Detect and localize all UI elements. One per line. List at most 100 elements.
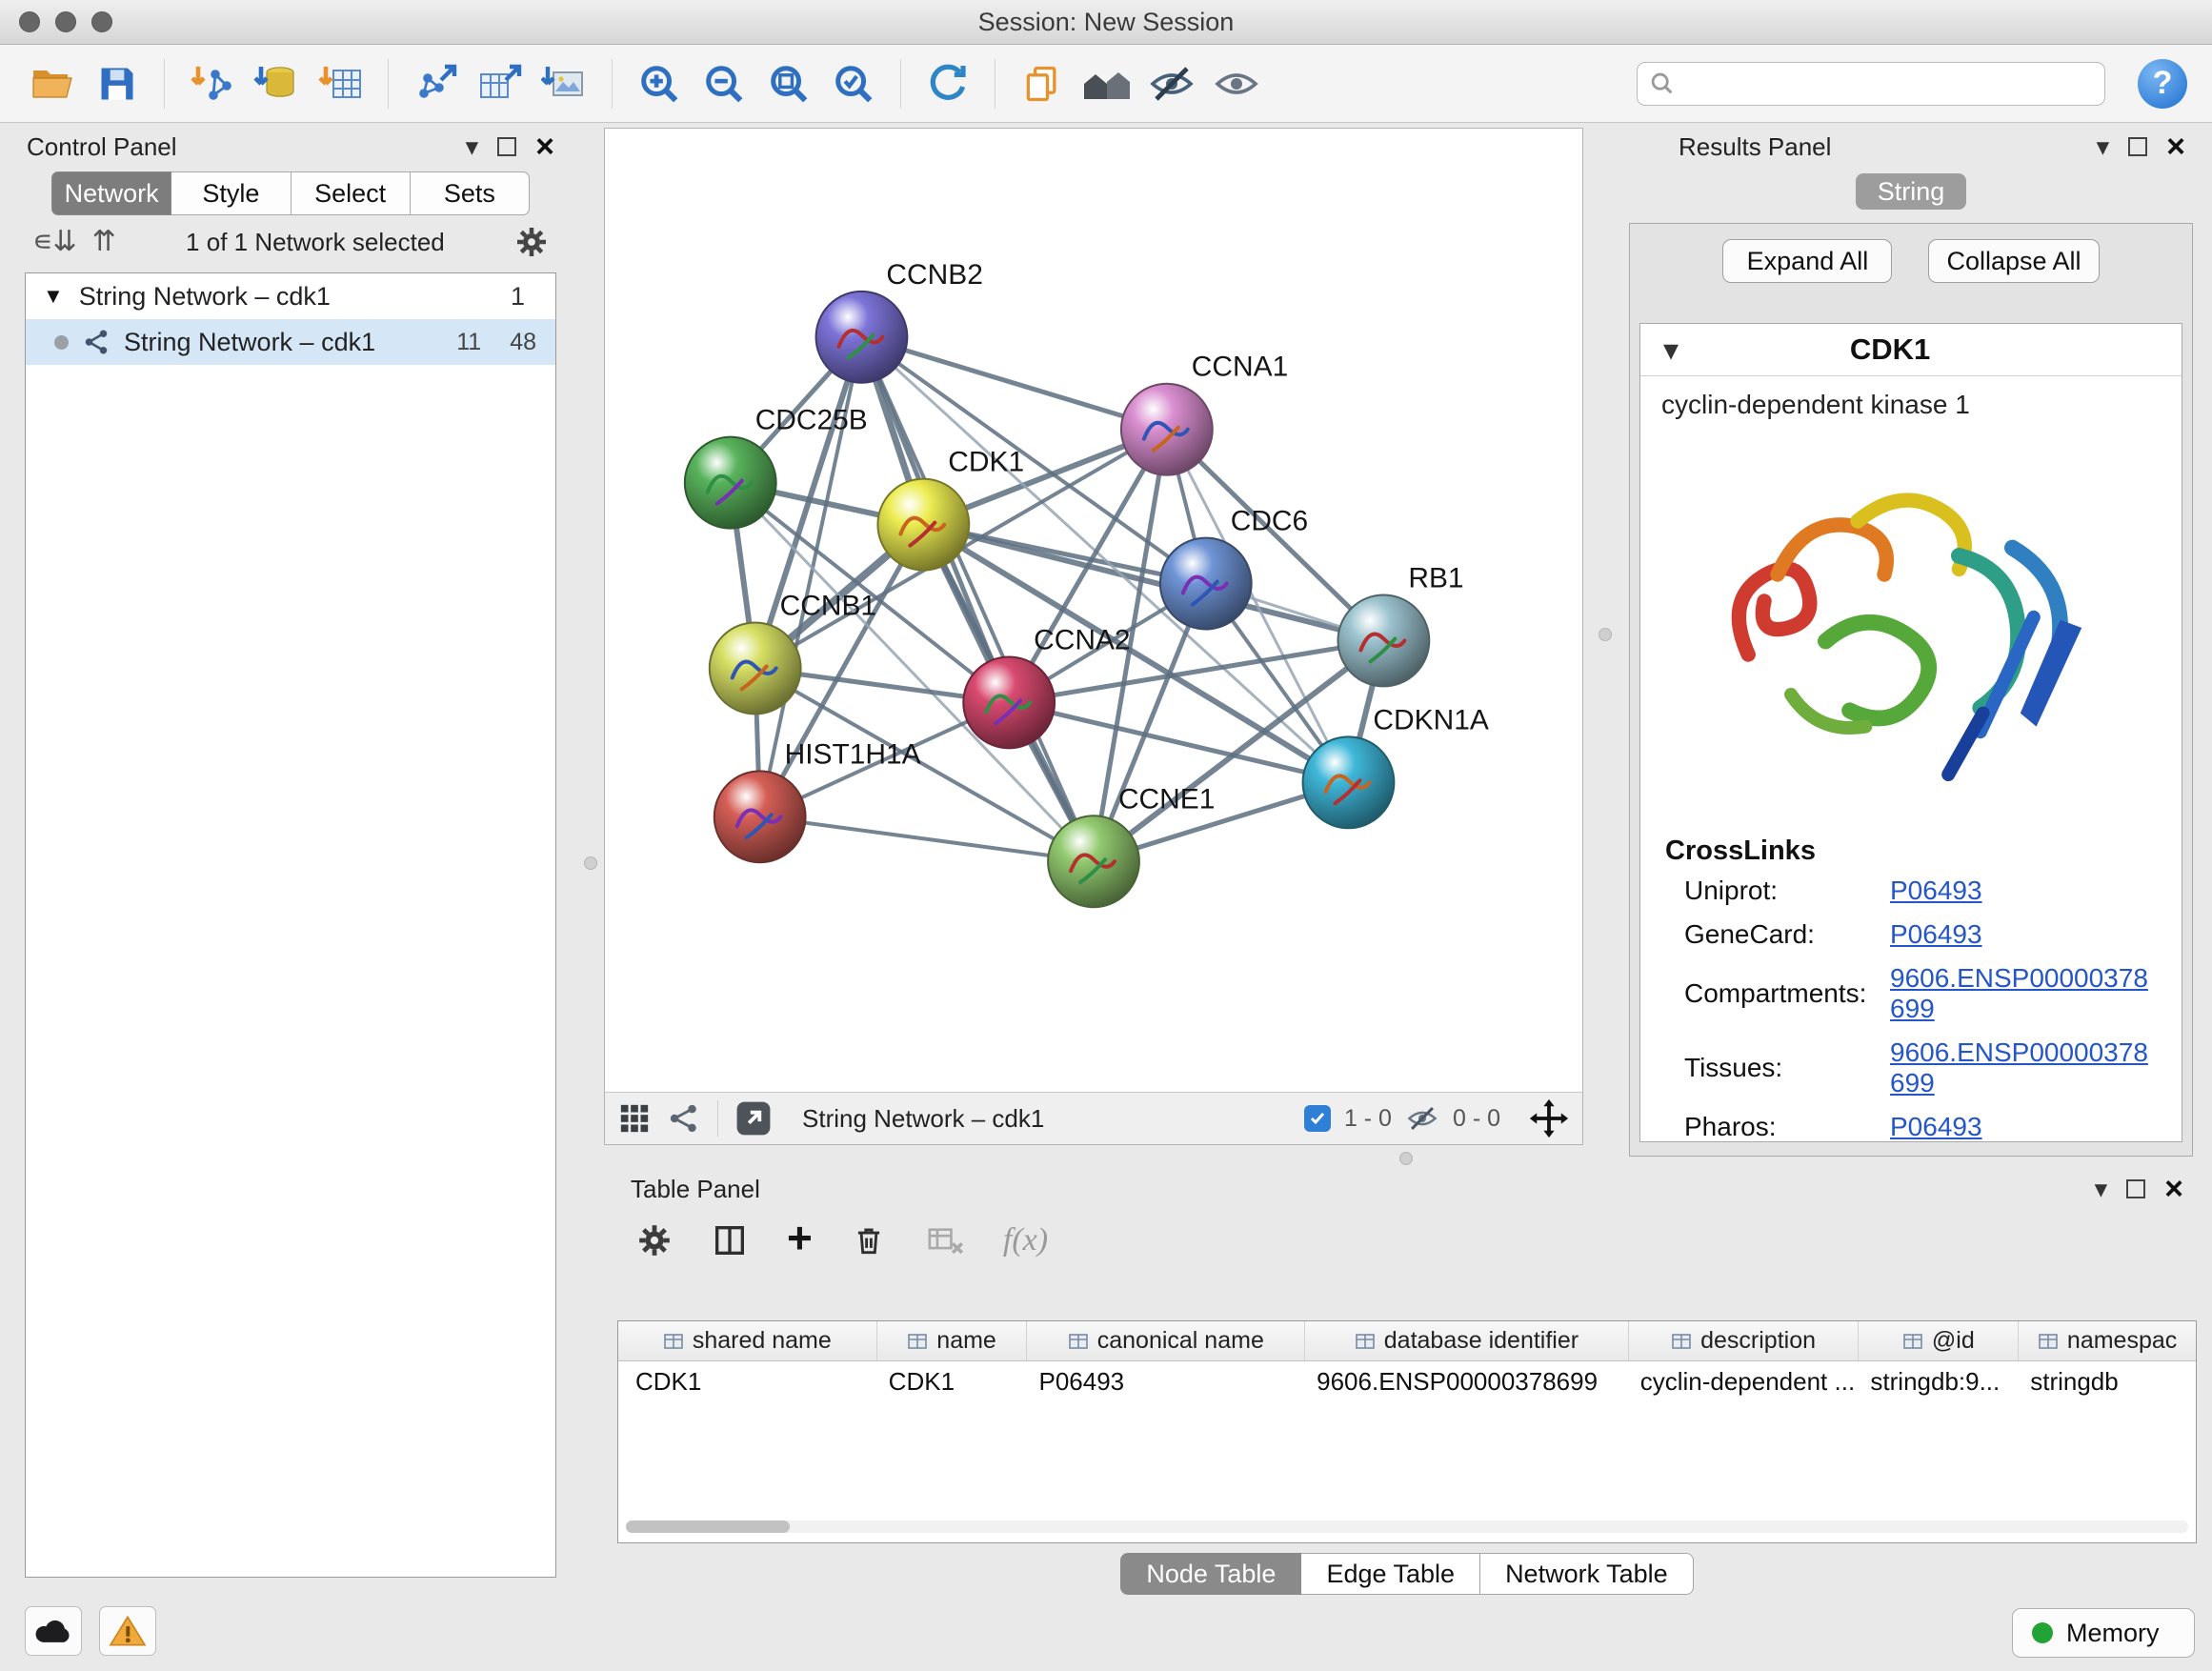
window-zoom-button[interactable]: [91, 11, 112, 32]
panel-menu-icon[interactable]: ▾: [466, 134, 479, 160]
memory-button[interactable]: Memory: [2012, 1608, 2195, 1658]
window-minimize-button[interactable]: [55, 11, 76, 32]
network-collection-row[interactable]: ▼ String Network – cdk1 1: [26, 273, 555, 319]
cell-description[interactable]: cyclin-dependent ...: [1629, 1367, 1860, 1397]
delete-column-trash-icon[interactable]: [851, 1221, 887, 1259]
gene-disclosure-icon[interactable]: ▾: [1663, 334, 1679, 365]
network-collection-label: String Network – cdk1: [79, 282, 331, 312]
edge-CCNE1-HIST1H1A[interactable]: [760, 816, 1094, 861]
refresh-layout-button[interactable]: [920, 54, 975, 113]
tab-select[interactable]: Select: [292, 171, 411, 215]
tab-sets[interactable]: Sets: [411, 171, 530, 215]
network-view-toolbar: String Network – cdk1 1 - 0 0 - 0: [605, 1092, 1582, 1144]
import-network-file-button[interactable]: [184, 54, 239, 113]
column-header-canonical-name[interactable]: canonical name: [1027, 1321, 1305, 1360]
cell-id[interactable]: stringdb:9...: [1859, 1367, 2019, 1397]
panel-menu-icon[interactable]: ▾: [2097, 134, 2110, 160]
zoom-out-button[interactable]: [696, 54, 752, 113]
expand-all-button[interactable]: Expand All: [1722, 239, 1892, 283]
hide-selected-button[interactable]: [1144, 54, 1199, 113]
panel-close-icon[interactable]: ×: [2164, 1173, 2183, 1205]
tab-style[interactable]: Style: [171, 171, 291, 215]
crosslink-genecard-link[interactable]: P06493: [1890, 919, 1982, 950]
zoom-selected-button[interactable]: [826, 54, 881, 113]
zoom-in-button[interactable]: [632, 54, 687, 113]
table-settings-gear-icon[interactable]: [636, 1222, 673, 1258]
import-network-database-button[interactable]: [249, 54, 304, 113]
splitter-handle[interactable]: [1399, 1152, 1413, 1165]
splitter-handle[interactable]: [584, 856, 597, 870]
cell-database-identifier[interactable]: 9606.ENSP00000378699: [1305, 1367, 1629, 1397]
crosslink-compartments-link[interactable]: 9606.ENSP00000378699: [1890, 963, 2162, 1024]
node-label-CCNA2: CCNA2: [1034, 624, 1130, 655]
network-status-dot: [54, 335, 69, 350]
crosslink-tissues-link[interactable]: 9606.ENSP00000378699: [1890, 1037, 2162, 1098]
open-session-button[interactable]: [25, 54, 80, 113]
horizontal-scrollbar[interactable]: [626, 1520, 2188, 1533]
move-tool-icon[interactable]: [1529, 1098, 1569, 1138]
tab-string[interactable]: String: [1856, 173, 1966, 210]
cell-shared-name[interactable]: CDK1: [618, 1367, 877, 1397]
cell-name[interactable]: CDK1: [877, 1367, 1028, 1397]
column-icon: [907, 1332, 928, 1351]
disclosure-triangle-icon[interactable]: ▼: [43, 284, 64, 309]
panel-menu-icon[interactable]: ▾: [2095, 1177, 2108, 1202]
home-button[interactable]: [1079, 54, 1135, 113]
warning-status-button[interactable]: [99, 1606, 156, 1656]
check-icon: [1308, 1109, 1327, 1128]
network-options-gear-icon[interactable]: [514, 225, 549, 259]
help-button[interactable]: ?: [2138, 59, 2187, 109]
selected-indicator-checkbox[interactable]: [1304, 1105, 1331, 1132]
crosslink-uniprot-link[interactable]: P06493: [1890, 876, 1982, 906]
function-builder-icon: f(x): [1003, 1222, 1048, 1258]
grid-view-icon[interactable]: [618, 1102, 651, 1135]
create-column-icon[interactable]: +: [787, 1216, 813, 1259]
show-all-button[interactable]: [1209, 54, 1264, 113]
column-header-name[interactable]: name: [877, 1321, 1028, 1360]
column-header-id[interactable]: @id: [1859, 1321, 2019, 1360]
column-header-namespace[interactable]: namespac: [2019, 1321, 2196, 1360]
crosslink-pharos-link[interactable]: P06493: [1890, 1112, 1982, 1142]
edge-CCNB2-CCNE1[interactable]: [861, 337, 1094, 861]
collapse-all-button[interactable]: Collapse All: [1928, 239, 2099, 283]
column-header-shared-name[interactable]: shared name: [618, 1321, 877, 1360]
panel-close-icon[interactable]: ×: [2166, 131, 2185, 163]
edge-CCNB2-CCNA1[interactable]: [861, 337, 1166, 430]
column-header-description[interactable]: description: [1629, 1321, 1860, 1360]
copy-document-button[interactable]: [1015, 54, 1070, 113]
panel-float-icon[interactable]: [2128, 137, 2147, 156]
import-table-button[interactable]: [313, 54, 369, 113]
import-table-icon: [317, 63, 365, 105]
tab-network-table[interactable]: Network Table: [1480, 1553, 1694, 1595]
network-row-selected[interactable]: String Network – cdk1 11 48: [26, 319, 555, 365]
show-columns-icon[interactable]: [711, 1221, 749, 1259]
edge-CDK1-RB1[interactable]: [923, 525, 1383, 641]
panel-float-icon[interactable]: [497, 137, 516, 156]
save-session-button[interactable]: [90, 54, 145, 113]
expand-all-icon[interactable]: ⇈: [92, 228, 116, 256]
splitter-handle[interactable]: [1599, 628, 1612, 641]
tab-edge-table[interactable]: Edge Table: [1301, 1553, 1480, 1595]
network-canvas[interactable]: CCNB2CCNA1CDC25BCDK1CDC6RB1CCNB1CCNA2CDK…: [605, 129, 1582, 1092]
panel-float-icon[interactable]: [2126, 1179, 2145, 1198]
column-header-database-identifier[interactable]: database identifier: [1305, 1321, 1629, 1360]
cell-canonical-name[interactable]: P06493: [1027, 1367, 1305, 1397]
node-label-CCNB1: CCNB1: [780, 590, 876, 621]
scrollbar-thumb[interactable]: [626, 1520, 790, 1533]
panel-close-icon[interactable]: ×: [535, 131, 554, 163]
zoom-fit-button[interactable]: [761, 54, 816, 113]
tab-node-table[interactable]: Node Table: [1120, 1553, 1301, 1595]
tab-network[interactable]: Network: [51, 171, 171, 215]
cell-namespace[interactable]: stringdb: [2019, 1367, 2196, 1397]
search-input[interactable]: [1685, 68, 2093, 99]
export-network-button[interactable]: [408, 54, 463, 113]
export-image-button[interactable]: [537, 54, 593, 113]
window-close-button[interactable]: [19, 11, 40, 32]
open-session-icon: [29, 63, 76, 105]
export-table-button[interactable]: [473, 54, 528, 113]
cloud-status-button[interactable]: [25, 1606, 82, 1656]
collapse-all-icon[interactable]: ∊⇊: [32, 228, 77, 256]
detach-view-icon[interactable]: [735, 1100, 772, 1137]
network-overview-icon[interactable]: [668, 1102, 700, 1135]
table-row[interactable]: CDK1 CDK1 P06493 9606.ENSP00000378699 cy…: [618, 1361, 2196, 1401]
